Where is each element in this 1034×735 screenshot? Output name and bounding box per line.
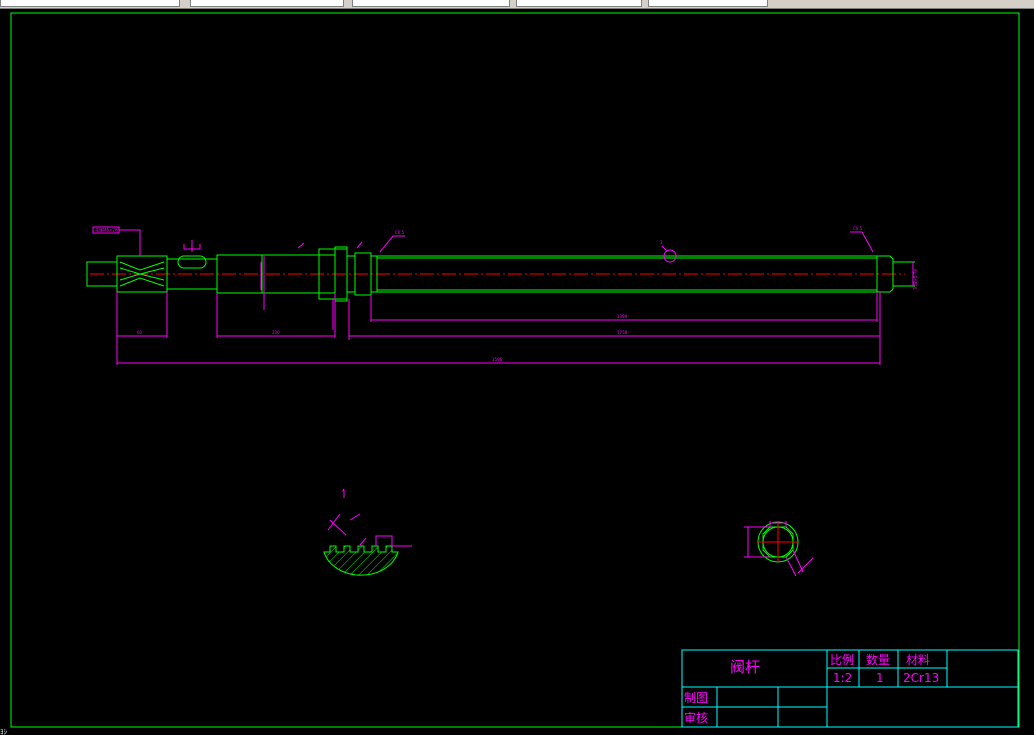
- dim-long-span: 1758: [617, 330, 628, 335]
- keyway-slot: [177, 255, 207, 269]
- dimension-text: 花键M6×28 C0.5 C0.5 3 60 230 1389 1758 159…: [95, 226, 918, 362]
- chamfer-left-text: C0.5: [395, 230, 405, 235]
- checked-by-label: 审核: [684, 710, 708, 725]
- part-name: 阀杆: [730, 658, 760, 676]
- title-block-text: 阀杆 比例 数量 材料 1:2 1 2Cr13 制图 审核: [684, 652, 939, 725]
- cross-section-view: [744, 521, 814, 577]
- drawing-border: [10, 12, 1020, 728]
- spline-callout-text: 花键M6×28: [95, 227, 118, 233]
- toolbar-field[interactable]: [190, 0, 344, 7]
- thread-profile-detail: ▲: [323, 487, 412, 576]
- toolbar-field[interactable]: [0, 0, 180, 7]
- thread-spec-text: Tr28×5-7e: [913, 269, 918, 291]
- toolbar-field[interactable]: [516, 0, 642, 7]
- status-corner-text: ﾖｼ: [0, 728, 7, 735]
- dim-mid-length: 230: [272, 330, 280, 335]
- toolbar-field[interactable]: [648, 0, 768, 7]
- scale-label: 比例: [830, 653, 854, 667]
- thread-section-hatch: [323, 545, 399, 576]
- toolbar-field[interactable]: [352, 0, 510, 7]
- shaft-main-view: [86, 245, 915, 302]
- svg-text:▲: ▲: [342, 487, 346, 492]
- scale-value: 1:2: [833, 671, 852, 685]
- drawn-by-label: 制图: [684, 691, 708, 705]
- qty-value: 1: [876, 671, 884, 685]
- dimension-lines: [92, 226, 914, 365]
- material-value: 2Cr13: [903, 671, 939, 685]
- material-label: 材料: [906, 653, 930, 667]
- balloon-number: 3: [660, 240, 663, 245]
- chamfer-right-text: C0.5: [853, 226, 863, 231]
- cad-drawing-canvas[interactable]: 花键M6×28 C0.5 C0.5 3 60 230 1389 1758 159…: [0, 8, 1034, 735]
- dim-left-length: 60: [137, 330, 143, 335]
- dim-overall-length: 1596: [492, 357, 503, 362]
- dim-thread-length: 1389: [617, 314, 628, 319]
- qty-label: 数量: [866, 652, 890, 667]
